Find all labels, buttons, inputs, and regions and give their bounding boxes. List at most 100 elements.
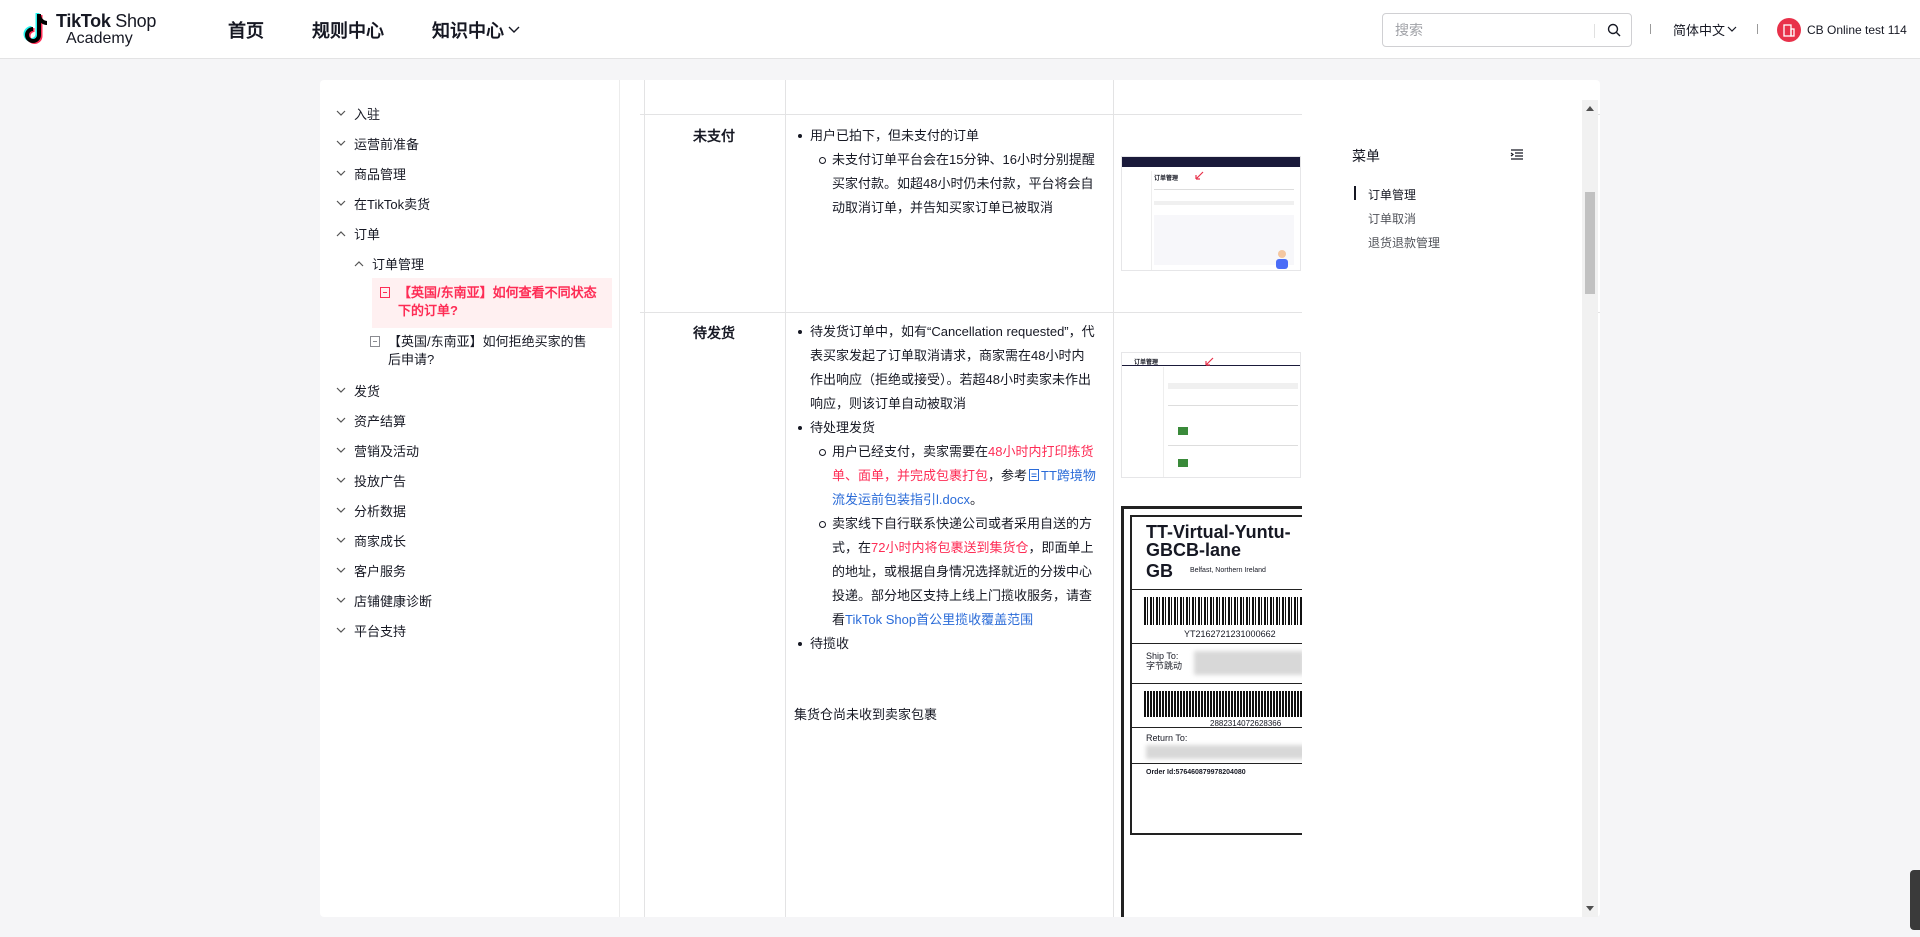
tracking-number: YT2162721231000662 [1184,629,1276,639]
label-divider [1130,589,1311,590]
nav-rules-center[interactable]: 规则中心 [312,17,384,43]
sidebar-item-pre-operation[interactable]: 运营前准备 [336,134,419,153]
sidebar-item-label: 客户服务 [354,564,407,579]
search-box[interactable] [1382,13,1632,47]
menu-collapse-icon[interactable] [1510,148,1524,162]
sidebar-item-orders[interactable]: 订单 [336,224,380,243]
user-account[interactable]: CB Online test 114 [1777,18,1907,42]
scrollbar-thumb[interactable] [1585,192,1595,294]
list-item: 用户已拍下，但未支付的订单 [796,124,1096,148]
screenshot-line [1168,405,1298,406]
sidebar-item-analytics[interactable]: 分析数据 [336,501,406,520]
search-icon[interactable] [1607,23,1621,37]
chevron-down-icon [336,627,346,633]
text: ，参考 [988,468,1028,483]
sidebar-item-label: 店铺健康诊断 [354,594,433,609]
sidebar-item-onboarding[interactable]: 入驻 [336,104,380,123]
list-item: 卖家线下自行联系快递公司或者采用自送的方式，在72小时内将包裹送到集货仓，即面单… [818,512,1096,632]
search-input[interactable] [1383,14,1583,46]
screenshot-unpaid-orders: 订单管理 [1121,156,1301,271]
chevron-down-icon [336,140,346,146]
shipping-label-image: TT-Virtual-Yuntu- GBCB-lane GB Belfast, … [1121,506,1311,917]
toc-panel: 菜单 订单管理 订单取消 退货退款管理 [1302,100,1584,917]
sidebar-subitem-order-management[interactable]: 订单管理 [354,254,424,273]
sidebar-item-label: 入驻 [354,107,381,122]
tiktok-shop-academy-logo[interactable]: TikTok Shop Academy [22,10,156,50]
sidebar-item-label: 运营前准备 [354,137,420,152]
sidebar-item-product-management[interactable]: 商品管理 [336,164,406,183]
top-header: TikTok Shop Academy 首页 规则中心 知识中心 简体中文 CB… [0,0,1920,59]
scroll-up-icon[interactable] [1586,105,1594,111]
sidebar-item-label: 在TikTok卖货 [354,197,431,212]
toc-title: 菜单 [1352,148,1380,164]
list-item: 待揽收 [796,632,1096,656]
ship-to-address: 字节跳动 [1146,661,1183,671]
sidebar-leaf-view-orders-active[interactable]: 【英国/东南亚】如何查看不同状态下的订单? [372,278,612,328]
sidebar-item-ads[interactable]: 投放广告 [336,471,406,490]
product-thumb [1178,459,1188,467]
sidebar-subitem-label: 订单管理 [372,257,425,272]
sidebar-item-growth[interactable]: 商家成长 [336,531,406,550]
label-city: Belfast, Northern Ireland [1190,567,1266,574]
pickup-coverage-link[interactable]: TikTok Shop首公里揽收覆盖范围 [845,612,1033,627]
sidebar-item-shipping[interactable]: 发货 [336,381,380,400]
document-icon [380,287,390,298]
table-border [644,80,645,917]
label-divider [1130,643,1311,644]
blurred-address [1146,745,1306,759]
sidebar-item-label: 分析数据 [354,504,407,519]
table-border [1113,80,1114,917]
ship-to-block: Ship To: 字节跳动 [1146,651,1182,671]
nav-knowledge-label: 知识中心 [432,20,504,41]
highlight-text: 72小时内将包裹送到集货仓 [871,540,1029,555]
language-selector[interactable]: 简体中文 [1673,20,1737,39]
sidebar-leaf-reject-after-sales[interactable]: 【英国/东南亚】如何拒绝买家的售后申请? [362,333,602,369]
text: 。 [969,492,983,507]
logo-text: TikTok Shop Academy [56,12,156,48]
search-divider [1594,24,1595,38]
toc-item-order-cancel[interactable]: 订单取消 [1368,210,1416,227]
logo-shop: Shop [115,11,157,31]
list-item: 待发货订单中，如有“Cancellation requested”，代表买家发起… [796,320,1096,416]
sidebar-item-label: 营销及活动 [354,444,420,459]
chevron-down-icon [336,447,346,453]
content-scrollbar[interactable] [1582,100,1598,917]
sidebar-item-sell-on-tiktok[interactable]: 在TikTok卖货 [336,194,430,213]
chevron-down-icon [336,477,346,483]
nav-knowledge-center[interactable]: 知识中心 [432,17,520,43]
nav-home[interactable]: 首页 [228,17,264,43]
logo-academy: Academy [66,30,133,47]
sidebar-item-label: 订单 [354,227,381,242]
toc-item-order-management[interactable]: 订单管理 [1368,186,1416,203]
toc-item-returns[interactable]: 退货退款管理 [1368,234,1440,251]
label-country: GB [1146,561,1173,581]
chevron-down-icon [336,170,346,176]
red-arrow-icon [1205,357,1214,366]
label-title-line2: GBCB-lane [1146,540,1242,560]
order-id: Order Id:576460879978204080 [1146,769,1246,776]
building-icon [1783,24,1795,37]
chevron-down-icon [336,387,346,393]
sidebar-item-platform-support[interactable]: 平台支持 [336,621,406,640]
barcode [1144,597,1311,625]
scroll-down-icon[interactable] [1586,906,1594,912]
sidebar-item-settlement[interactable]: 资产结算 [336,411,406,430]
sidebar-item-marketing[interactable]: 营销及活动 [336,441,419,460]
table-border [785,80,786,917]
floating-feedback-tab[interactable] [1910,870,1920,930]
nav-home-label: 首页 [228,20,264,41]
label-divider [1130,683,1311,684]
product-thumb [1178,427,1188,435]
list-item: 待处理发货 [796,416,1096,440]
chevron-down-icon [508,26,520,33]
screenshot-line [1168,383,1298,389]
chevron-down-icon [336,597,346,603]
label-title-line1: TT-Virtual-Yuntu- [1146,522,1291,542]
screenshot-line [1154,201,1294,205]
sidebar-item-label: 商品管理 [354,167,407,182]
chevron-down-icon [336,567,346,573]
screenshot-line [1154,189,1294,190]
sidebar-nav: 入驻 运营前准备 商品管理 在TikTok卖货 订单 订单管理 【英国/东南亚】… [320,80,620,917]
sidebar-item-customer-service[interactable]: 客户服务 [336,561,406,580]
sidebar-item-shop-health[interactable]: 店铺健康诊断 [336,591,432,610]
